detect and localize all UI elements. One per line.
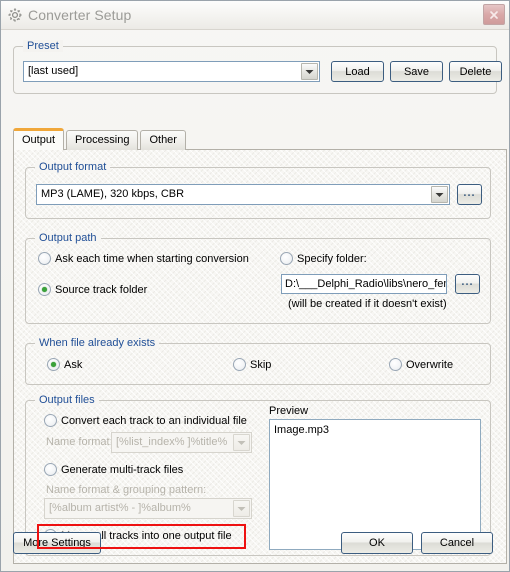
preview-line: Image.mp3 bbox=[274, 424, 330, 436]
specify-folder-browse-label: ... bbox=[461, 276, 474, 288]
radio-source-track-folder-label: Source track folder bbox=[55, 283, 148, 296]
preset-combobox-value: [last used] bbox=[28, 65, 79, 77]
dialog-content: Preset [last used] Load Save Delete Outp… bbox=[1, 30, 509, 571]
radio-generate-multi-track[interactable]: Generate multi-track files bbox=[44, 463, 183, 476]
output-format-combobox[interactable]: MP3 (LAME), 320 kbps, CBR bbox=[36, 184, 450, 205]
radio-file-exists-skip[interactable]: Skip bbox=[233, 358, 271, 371]
folder-created-hint: (will be created if it doesn't exist) bbox=[288, 298, 447, 310]
tab-output[interactable]: Output bbox=[13, 128, 65, 150]
preset-combobox[interactable]: [last used] bbox=[23, 61, 320, 82]
output-files-group-title: Output files bbox=[35, 394, 99, 406]
more-settings-label: More Settings bbox=[23, 537, 91, 549]
tab-other-label: Other bbox=[149, 134, 177, 146]
gear-icon bbox=[7, 7, 23, 23]
radio-file-exists-ask-indicator[interactable] bbox=[47, 358, 60, 371]
radio-file-exists-ask-label: Ask bbox=[64, 358, 83, 371]
preset-save-button[interactable]: Save bbox=[390, 61, 443, 82]
output-path-group: Output path Ask each time when starting … bbox=[25, 232, 491, 324]
radio-ask-each-time[interactable]: Ask each time when starting conversion bbox=[38, 252, 249, 265]
close-icon bbox=[490, 10, 498, 19]
radio-file-exists-overwrite[interactable]: Overwrite bbox=[389, 358, 453, 371]
close-button[interactable] bbox=[483, 4, 505, 25]
tab-output-label: Output bbox=[22, 134, 56, 146]
preset-save-label: Save bbox=[403, 65, 430, 78]
preset-group: Preset [last used] Load Save Delete bbox=[13, 40, 502, 94]
ok-button[interactable]: OK bbox=[341, 532, 413, 554]
output-format-value: MP3 (LAME), 320 kbps, CBR bbox=[41, 188, 185, 200]
tab-other[interactable]: Other bbox=[140, 130, 186, 150]
chevron-down-icon[interactable] bbox=[431, 186, 448, 203]
output-path-group-title: Output path bbox=[35, 232, 101, 244]
radio-file-exists-skip-label: Skip bbox=[250, 358, 272, 371]
tab-processing-label: Processing bbox=[75, 134, 130, 146]
tab-strip: Output Processing Other bbox=[13, 128, 188, 150]
file-exists-group-title: When file already exists bbox=[35, 337, 160, 349]
radio-source-track-folder[interactable]: Source track folder bbox=[38, 283, 147, 296]
grouping-pattern-value: [%album artist% - ]%album% bbox=[49, 502, 191, 514]
more-settings-button[interactable]: More Settings bbox=[13, 532, 101, 554]
grouping-pattern-combobox[interactable]: [%album artist% - ]%album% bbox=[44, 498, 252, 519]
radio-ask-each-time-indicator[interactable] bbox=[38, 252, 51, 265]
preset-group-title: Preset bbox=[23, 40, 63, 52]
ok-label: OK bbox=[369, 537, 385, 549]
specify-folder-browse-button[interactable]: ... bbox=[455, 274, 480, 294]
radio-specify-folder[interactable]: Specify folder: bbox=[280, 252, 367, 265]
radio-file-exists-skip-indicator[interactable] bbox=[233, 358, 246, 371]
name-format-value: [%list_index% ]%title% bbox=[116, 436, 228, 448]
preset-load-label: Load bbox=[345, 65, 370, 78]
chevron-down-icon[interactable] bbox=[301, 63, 318, 80]
grouping-pattern-label: Name format & grouping pattern: bbox=[46, 484, 207, 496]
radio-file-exists-ask[interactable]: Ask bbox=[47, 358, 82, 371]
output-format-group: Output format MP3 (LAME), 320 kbps, CBR … bbox=[25, 161, 491, 219]
radio-ask-each-time-label: Ask each time when starting conversion bbox=[55, 252, 249, 265]
name-format-combobox[interactable]: [%list_index% ]%title% bbox=[111, 432, 252, 453]
tab-panel-output: Output format MP3 (LAME), 320 kbps, CBR … bbox=[13, 149, 507, 564]
radio-specify-folder-label: Specify folder: bbox=[297, 252, 367, 265]
tab-processing[interactable]: Processing bbox=[66, 130, 139, 150]
preview-label: Preview bbox=[269, 405, 309, 417]
output-format-group-title: Output format bbox=[35, 161, 111, 173]
radio-generate-multi-track-indicator[interactable] bbox=[44, 463, 57, 476]
output-format-browse-button[interactable]: ... bbox=[457, 184, 482, 205]
preset-delete-label: Delete bbox=[459, 65, 492, 78]
cancel-label: Cancel bbox=[439, 537, 475, 549]
radio-convert-each-track-indicator[interactable] bbox=[44, 414, 57, 427]
specify-folder-input[interactable]: D:\___Delphi_Radio\libs\nero_fends bbox=[281, 274, 447, 294]
cancel-button[interactable]: Cancel bbox=[421, 532, 493, 554]
converter-setup-dialog: Converter Setup Preset [last used] Load … bbox=[0, 0, 510, 572]
title-bar: Converter Setup bbox=[1, 1, 509, 30]
dialog-footer: More Settings OK Cancel bbox=[1, 524, 509, 571]
file-exists-group: When file already exists Ask Skip Overwr… bbox=[25, 337, 491, 385]
radio-file-exists-overwrite-label: Overwrite bbox=[406, 358, 454, 371]
radio-generate-multi-track-label: Generate multi-track files bbox=[61, 463, 184, 476]
radio-convert-each-track[interactable]: Convert each track to an individual file bbox=[44, 414, 247, 427]
chevron-down-icon[interactable] bbox=[233, 500, 250, 517]
chevron-down-icon[interactable] bbox=[233, 434, 250, 451]
preset-delete-button[interactable]: Delete bbox=[449, 61, 502, 82]
radio-file-exists-overwrite-indicator[interactable] bbox=[389, 358, 402, 371]
name-format-label: Name format: bbox=[46, 436, 113, 448]
output-format-browse-label: ... bbox=[463, 186, 476, 199]
radio-convert-each-track-label: Convert each track to an individual file bbox=[61, 414, 247, 427]
preset-load-button[interactable]: Load bbox=[331, 61, 384, 82]
dialog-client-area: Preset [last used] Load Save Delete Outp… bbox=[8, 34, 507, 564]
window-title: Converter Setup bbox=[28, 7, 132, 23]
radio-source-track-folder-indicator[interactable] bbox=[38, 283, 51, 296]
tab-container: Output Processing Other Output format MP… bbox=[13, 128, 507, 568]
radio-specify-folder-indicator[interactable] bbox=[280, 252, 293, 265]
